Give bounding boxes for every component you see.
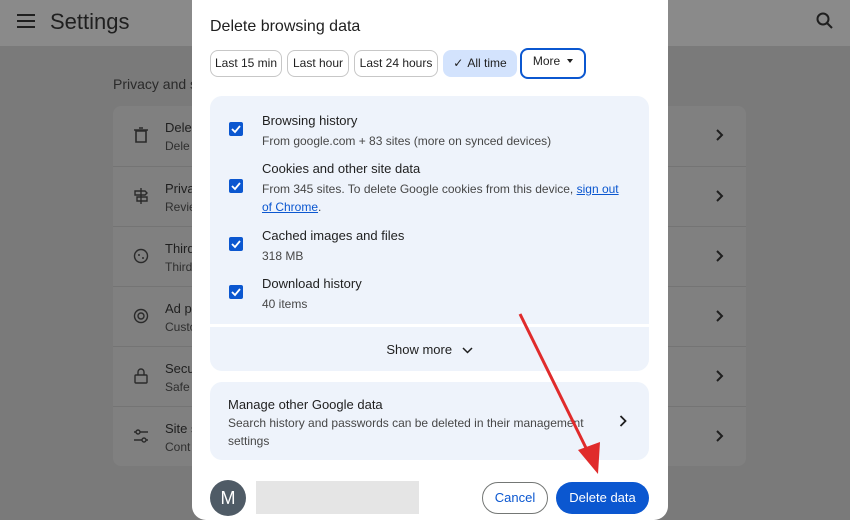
row-subtitle: Cont <box>165 440 191 454</box>
manage-title: Manage other Google data <box>228 397 383 412</box>
chevron-right-icon <box>716 250 724 262</box>
chip-label: More <box>532 54 561 68</box>
item-desc: From google.com + 83 sites (more on sync… <box>262 134 552 148</box>
privacy-guide-icon <box>133 188 149 206</box>
item-title: Cookies and other site data <box>262 161 421 176</box>
cookie-icon <box>133 248 149 266</box>
data-types-list: Browsing history From google.com + 83 si… <box>210 96 649 324</box>
page-title: Settings <box>50 9 130 34</box>
search-icon[interactable] <box>816 12 834 30</box>
checkbox-download-history[interactable] <box>229 285 243 299</box>
row-title: Priva <box>165 181 195 196</box>
checkbox-browsing-history[interactable] <box>229 122 243 136</box>
chevron-right-icon <box>716 129 724 141</box>
item-desc: From 345 sites. To delete Google cookies… <box>262 180 632 216</box>
check-icon <box>231 288 241 297</box>
chip-label: Last hour <box>292 56 344 70</box>
account-name-redacted <box>256 481 419 514</box>
show-more-button[interactable]: Show more <box>210 327 649 371</box>
chevron-right-icon <box>716 370 724 382</box>
check-icon <box>231 125 241 134</box>
chip-last-15-min[interactable]: Last 15 min <box>210 50 282 77</box>
item-title: Cached images and files <box>262 228 405 243</box>
row-title: Dele <box>165 120 192 135</box>
sign-out-link[interactable]: sign out <box>577 182 619 196</box>
trash-icon <box>133 127 149 145</box>
dialog-footer: M Cancel Delete data <box>192 474 668 520</box>
menu-icon[interactable] <box>17 14 35 28</box>
ad-privacy-icon <box>133 308 149 326</box>
chip-all-time[interactable]: ✓ All time <box>443 50 517 77</box>
avatar: M <box>210 480 246 516</box>
section-title: Privacy and s <box>113 76 198 92</box>
delete-browsing-data-dialog: Delete browsing data Last 15 min Last ho… <box>192 0 668 520</box>
chip-label: All time <box>467 56 507 70</box>
desc-text: From 345 sites. To delete Google cookies… <box>262 182 577 196</box>
chip-more-dropdown[interactable]: More <box>520 48 586 79</box>
check-icon <box>231 240 241 249</box>
chip-label: Last 15 min <box>214 56 278 70</box>
chip-label: Last 24 hours <box>359 56 433 70</box>
dialog-title: Delete browsing data <box>210 18 361 35</box>
chevron-right-icon <box>619 415 627 427</box>
delete-data-button[interactable]: Delete data <box>556 482 649 514</box>
checkmark-icon: ✓ <box>453 56 464 70</box>
caret-down-icon <box>567 58 574 63</box>
show-more-row: Show more <box>210 342 649 357</box>
check-icon <box>231 182 241 191</box>
checkbox-cookies[interactable] <box>229 179 243 193</box>
lock-icon <box>133 368 149 386</box>
manage-desc: Search history and passwords can be dele… <box>228 416 584 448</box>
desc-suffix: . <box>318 200 322 214</box>
row-subtitle: Third <box>165 260 193 274</box>
show-more-label: Show more <box>386 342 453 357</box>
chevron-right-icon <box>716 190 724 202</box>
row-subtitle: Dele <box>165 139 190 153</box>
item-title: Browsing history <box>262 113 358 128</box>
cancel-button[interactable]: Cancel <box>482 482 548 514</box>
chip-last-hour[interactable]: Last hour <box>287 50 349 77</box>
row-title: Third <box>165 241 195 256</box>
chevron-down-icon <box>462 347 473 354</box>
chevron-right-icon <box>716 310 724 322</box>
sign-out-link-cont[interactable]: of Chrome <box>262 200 318 214</box>
item-title: Download history <box>262 276 362 291</box>
item-desc: 318 MB <box>262 249 304 263</box>
chip-last-24-hours[interactable]: Last 24 hours <box>354 50 438 77</box>
row-subtitle: Safe <box>165 380 190 394</box>
row-title: Secu <box>165 361 195 376</box>
item-desc: 40 items <box>262 297 308 311</box>
checkbox-cached-images[interactable] <box>229 237 243 251</box>
row-title: Ad p <box>165 301 192 316</box>
manage-google-data-row[interactable]: Manage other Google data Search history … <box>210 382 649 460</box>
site-settings-icon <box>133 428 149 446</box>
chevron-right-icon <box>716 430 724 442</box>
